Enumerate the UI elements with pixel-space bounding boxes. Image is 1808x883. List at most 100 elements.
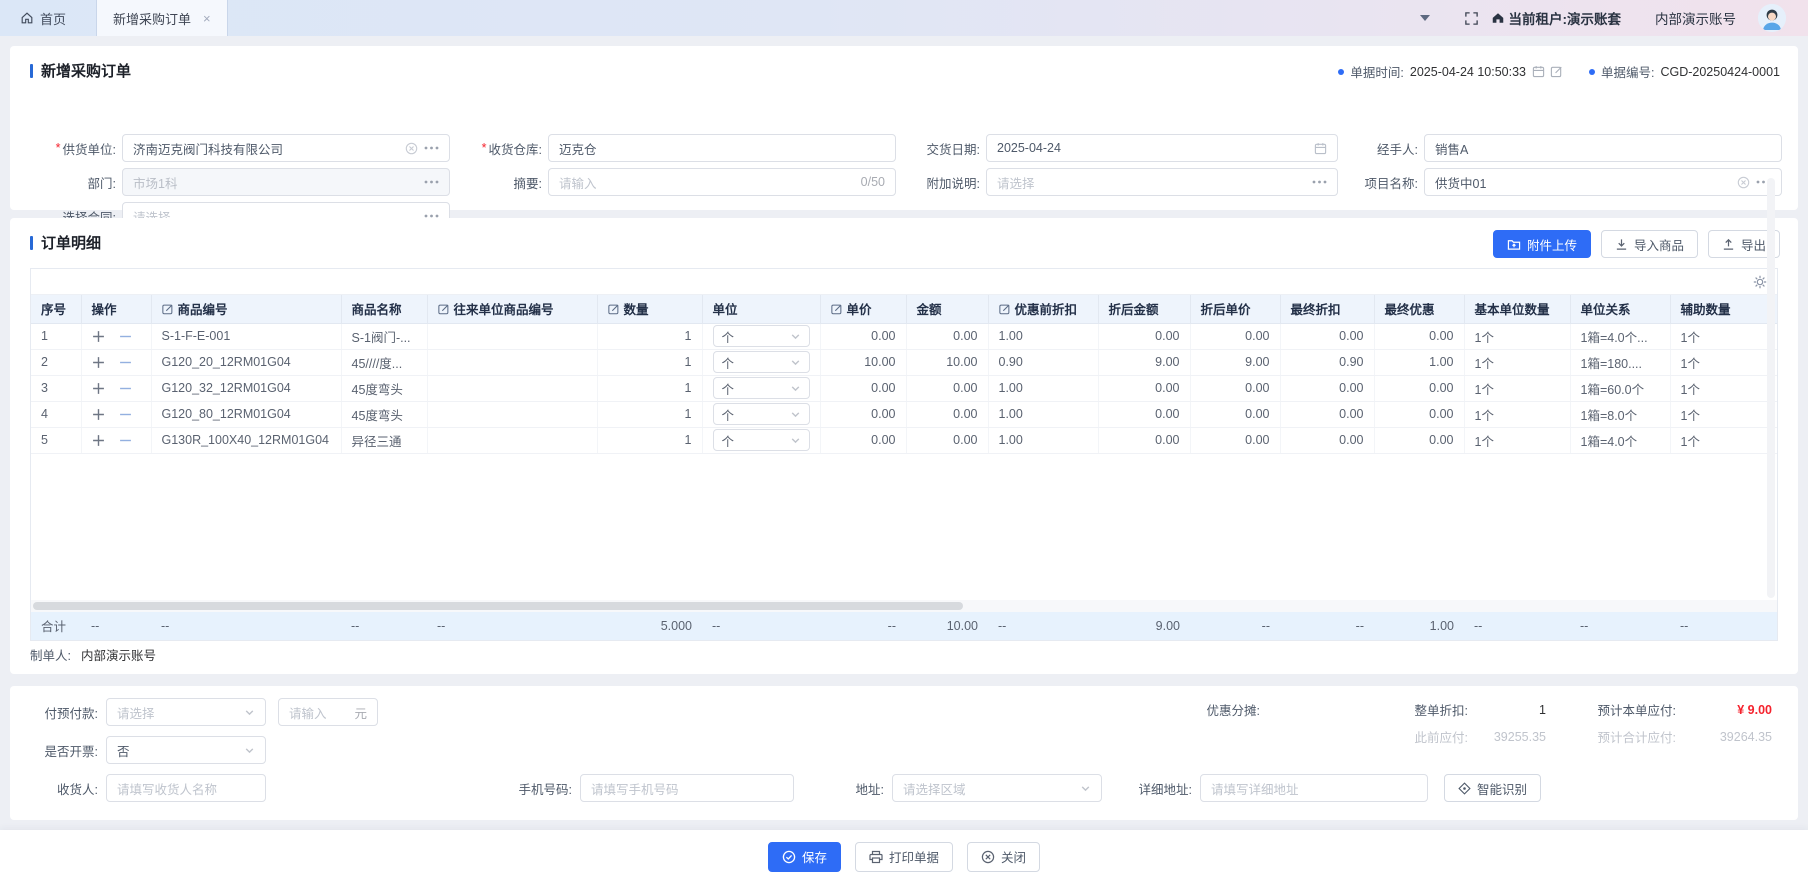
add-row-icon[interactable] [92,382,105,395]
detail-section-title: 订单明细 [30,232,101,253]
account-name[interactable]: 内部演示账号 [1655,8,1736,28]
remove-row-icon[interactable] [119,330,132,343]
handler-input[interactable]: 销售A [1424,134,1782,162]
horizontal-scrollbar-thumb[interactable] [33,602,963,610]
calendar-icon[interactable] [1532,65,1545,78]
remove-row-icon[interactable] [119,382,132,395]
cell-final_disc: 0.00 [1280,401,1374,427]
chevron-down-icon [244,707,255,718]
col-header-name: 商品名称 [341,295,427,323]
unit-select[interactable]: 个 [713,325,810,347]
chevron-down-icon [244,745,255,756]
current-tenant[interactable]: 当前租户:演示账套 [1491,8,1622,28]
unit-select[interactable]: 个 [713,351,810,373]
invoice-select[interactable]: 否 [106,736,266,764]
cell-unit: 个 [702,323,820,349]
summary-cell-name: -- [341,612,427,640]
chevron-down-icon [790,409,801,420]
cell-name: 异径三通 [341,427,427,453]
remove-row-icon[interactable] [119,408,132,421]
payment-card: 付预付款: 请选择 请输入 元 优惠分摊: 整单折扣: 1 预计本单应付: ¥ … [10,686,1798,820]
home-icon [20,11,34,25]
add-row-icon[interactable] [92,408,105,421]
summary-input[interactable]: 请输入 0/50 [548,168,896,196]
blue-dot-icon [1338,69,1344,75]
prepay-amount-input[interactable]: 请输入 元 [278,698,378,726]
col-header-base_qty: 基本单位数量 [1464,295,1570,323]
remove-row-icon[interactable] [119,356,132,369]
gear-icon[interactable] [1753,275,1767,289]
summary-cell-base_qty: -- [1464,612,1570,640]
clear-circle-icon[interactable] [405,142,418,155]
add-row-icon[interactable] [92,330,105,343]
table-row: 5G130R_100X40_12RM01G04异径三通1个0.000.001.0… [31,427,1777,453]
address-input[interactable]: 请填写详细地址 [1200,774,1428,802]
chevron-down-icon[interactable] [1420,15,1430,21]
col-header-amount_after: 折后金额 [1098,295,1190,323]
calendar-icon[interactable] [1314,142,1327,155]
delivery-date-input[interactable]: 2025-04-24 [986,134,1338,162]
horizontal-scrollbar-track [31,600,1777,612]
ellipsis-icon[interactable] [424,180,439,184]
save-button[interactable]: 保存 [768,842,841,872]
cell-amount_after: 0.00 [1098,375,1190,401]
summary-cell-code: -- [151,612,341,640]
ellipsis-icon[interactable] [1312,180,1327,184]
cell-seq: 3 [31,375,81,401]
expected-current-label: 预计本单应付: [1546,700,1676,719]
phone-input[interactable]: 请填写手机号码 [580,774,794,802]
cell-amount: 0.00 [906,401,988,427]
col-header-final_disc: 最终折扣 [1280,295,1374,323]
col-header-amount: 金额 [906,295,988,323]
clear-circle-icon[interactable] [1737,176,1750,189]
col-header-op: 操作 [81,295,151,323]
cell-seq: 2 [31,349,81,375]
cell-price_after: 0.00 [1190,401,1280,427]
close-button[interactable]: 关闭 [967,842,1040,872]
attachment-upload-button[interactable]: 附件上传 [1493,230,1591,258]
project-input[interactable]: 供货中01 [1424,168,1782,196]
tab-close-icon[interactable]: × [203,12,211,25]
fullscreen-icon[interactable] [1464,11,1479,26]
cell-disc_before: 1.00 [988,375,1098,401]
cell-amount_after: 0.00 [1098,427,1190,453]
discount-share-label: 优惠分摊: [1130,700,1260,719]
unit-select[interactable]: 个 [713,429,810,451]
col-header-final_pref: 最终优惠 [1374,295,1464,323]
expected-total-value: 39264.35 [1676,730,1772,744]
import-products-button[interactable]: 导入商品 [1601,230,1698,258]
action-bar: 保存 打印单据 关闭 [0,830,1808,883]
cell-seq: 1 [31,323,81,349]
add-row-icon[interactable] [92,434,105,447]
unit-select[interactable]: 个 [713,403,810,425]
warehouse-label: 收货仓库: [462,134,542,162]
unit-select[interactable]: 个 [713,377,810,399]
cell-base_qty: 1个 [1464,401,1570,427]
vertical-scrollbar[interactable] [1767,178,1775,598]
region-select[interactable]: 请选择区域 [892,774,1102,802]
warehouse-input[interactable]: 迈克仓 [548,134,896,162]
ellipsis-icon[interactable] [424,146,439,150]
add-row-icon[interactable] [92,356,105,369]
smart-recognize-button[interactable]: 智能识别 [1444,774,1541,802]
department-input[interactable]: 市场1科 [122,168,450,196]
receiver-input[interactable]: 请填写收货人名称 [106,774,266,802]
cell-disc_before: 1.00 [988,401,1098,427]
tab-new-purchase-order[interactable]: 新增采购订单 × [96,0,228,36]
edit-icon[interactable] [1550,65,1563,78]
prepay-select[interactable]: 请选择 [106,698,266,726]
nav-home[interactable]: 首页 [20,9,66,28]
supplier-input[interactable]: 济南迈克阀门科技有限公司 [122,134,450,162]
avatar[interactable] [1758,4,1786,32]
remove-row-icon[interactable] [119,434,132,447]
summary-cell-op: -- [81,612,151,640]
print-button[interactable]: 打印单据 [855,842,953,872]
detail-table: 序号操作商品编号商品名称往来单位商品编号数量单位单价金额优惠前折扣折后金额折后单… [30,268,1778,641]
cell-final_disc: 0.90 [1280,349,1374,375]
address-label: 详细地址: [1124,779,1192,798]
extra-note-input[interactable]: 请选择 [986,168,1338,196]
cell-price: 0.00 [820,427,906,453]
cell-unit_rel: 1箱=4.0个 [1570,427,1670,453]
cell-seq: 5 [31,427,81,453]
cell-price_after: 0.00 [1190,375,1280,401]
